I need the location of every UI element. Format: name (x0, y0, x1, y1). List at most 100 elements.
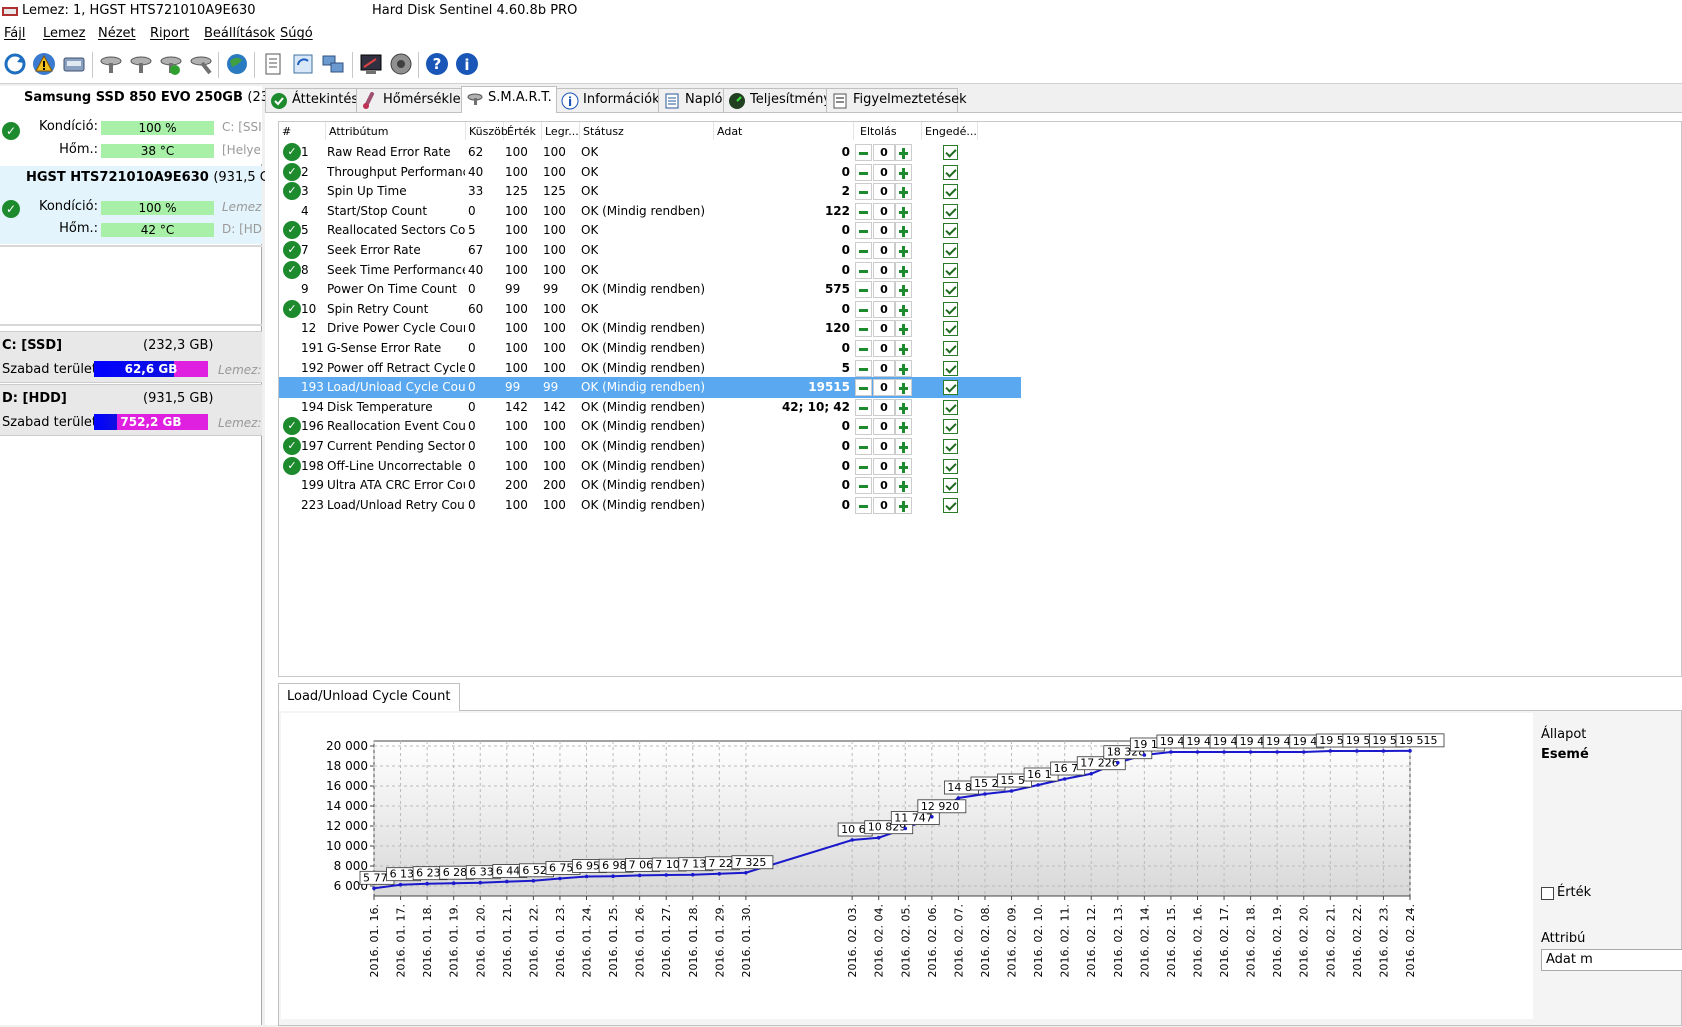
table-row[interactable]: 9 Power On Time Count 0 99 99 OK (Mindig rend… (279, 279, 1021, 300)
col-header-offset[interactable]: Eltolás (854, 122, 922, 140)
offset-increase-button[interactable] (895, 202, 912, 220)
volume-item-d[interactable]: D: [HDD] (931,5 GB) Szabad terület 752,2… (0, 384, 262, 436)
volume-item-c[interactable]: C: [SSD] (232,3 GB) Szabad terület 62,6 … (0, 331, 262, 383)
sound-icon[interactable] (388, 51, 414, 77)
enabled-checkbox[interactable] (943, 360, 958, 376)
offset-value[interactable]: 0 (873, 222, 895, 240)
enabled-checkbox[interactable] (943, 164, 958, 180)
offset-increase-button[interactable] (895, 261, 912, 279)
offset-value[interactable]: 0 (873, 202, 895, 220)
offset-increase-button[interactable] (895, 222, 912, 240)
offset-decrease-button[interactable] (855, 379, 872, 397)
enabled-checkbox[interactable] (943, 399, 958, 415)
offset-increase-button[interactable] (895, 242, 912, 259)
warning-icon[interactable] (31, 51, 57, 77)
enabled-checkbox[interactable] (943, 478, 958, 494)
offset-decrease-button[interactable] (855, 418, 872, 436)
enabled-checkbox[interactable] (943, 282, 958, 298)
col-header-attribute[interactable]: Attribútum (326, 122, 466, 140)
table-row[interactable]: ✓ 10 Spin Retry Count 60 100 100 OK 0 0 (279, 299, 1021, 320)
table-row[interactable]: 12 Drive Power Cycle Count 0 100 100 OK (Mind… (279, 318, 1021, 339)
table-row[interactable]: 4 Start/Stop Count 0 100 100 OK (Mindig rendb… (279, 201, 1021, 222)
enabled-checkbox[interactable] (943, 458, 958, 474)
network-icon[interactable] (320, 51, 346, 77)
col-header-id[interactable]: # (279, 122, 326, 140)
enabled-checkbox[interactable] (943, 419, 958, 435)
tab-log[interactable]: Napló (658, 88, 724, 112)
offset-decrease-button[interactable] (855, 183, 872, 201)
enabled-checkbox[interactable] (943, 223, 958, 239)
offset-value[interactable]: 0 (873, 183, 895, 201)
offset-decrease-button[interactable] (855, 144, 872, 161)
table-row[interactable]: 192Power off Retract Cycle C...0100100OK… (279, 358, 1021, 379)
offset-increase-button[interactable] (895, 418, 912, 436)
console-icon[interactable] (358, 51, 384, 77)
disk-test-icon-2[interactable] (128, 51, 154, 77)
disk-test-icon-4[interactable] (188, 51, 214, 77)
offset-increase-button[interactable] (895, 320, 912, 338)
menu-help[interactable]: Súgó (280, 22, 313, 46)
tab-smart[interactable]: S.M.A.R.T. (461, 86, 557, 113)
offset-decrease-button[interactable] (855, 163, 872, 181)
offset-increase-button[interactable] (895, 340, 912, 357)
offset-value[interactable]: 0 (873, 477, 895, 495)
offset-decrease-button[interactable] (855, 496, 872, 514)
menu-file[interactable]: Fájl (4, 22, 25, 46)
enabled-checkbox[interactable] (943, 301, 958, 317)
tab-performance[interactable]: Teljesítmény (723, 88, 831, 112)
table-row[interactable]: ✓ 2 Throughput Performance 40 100 100 OK 0 0 (279, 162, 1021, 183)
offset-increase-button[interactable] (895, 477, 912, 495)
tab-overview[interactable]: Áttekintés (265, 88, 358, 112)
table-row[interactable]: 194 Disk Temperature 0 142 142 OK (Mindig ren… (279, 397, 1021, 418)
table-row[interactable]: 199Ultra ATA CRC Error Count0200200OK (M… (279, 475, 1021, 496)
table-row[interactable]: ✓ 3 Spin Up Time 33 125 125 OK 2 0 (279, 181, 1021, 202)
table-row[interactable]: ✓198Off-Line Uncorrectable Se...0100100O… (279, 456, 1021, 477)
col-header-worst[interactable]: Legr... (542, 122, 580, 140)
offset-decrease-button[interactable] (855, 457, 872, 475)
disk-item-ssd[interactable]: Samsung SSD 850 EVO 250GB (232,9 ✓ Kondí… (0, 86, 290, 164)
enabled-checkbox[interactable] (943, 243, 958, 258)
offset-value[interactable]: 0 (873, 457, 895, 475)
disk-info-icon[interactable] (61, 51, 87, 77)
info-icon[interactable]: i (454, 51, 480, 77)
offset-value[interactable]: 0 (873, 340, 895, 357)
web-icon[interactable] (224, 51, 250, 77)
offset-increase-button[interactable] (895, 281, 912, 299)
enabled-checkbox[interactable] (943, 184, 958, 200)
menu-settings[interactable]: Beállítások (204, 22, 275, 46)
offset-decrease-button[interactable] (855, 202, 872, 220)
disk-test-icon-1[interactable] (98, 51, 124, 77)
enabled-checkbox[interactable] (943, 145, 958, 160)
offset-increase-button[interactable] (895, 438, 912, 455)
offset-value[interactable]: 0 (873, 496, 895, 514)
enabled-checkbox[interactable] (943, 380, 958, 396)
col-header-data[interactable]: Adat (714, 122, 854, 140)
offset-increase-button[interactable] (895, 359, 912, 377)
enabled-checkbox[interactable] (943, 439, 958, 454)
offset-value[interactable]: 0 (873, 418, 895, 436)
offset-value[interactable]: 0 (873, 163, 895, 181)
table-row[interactable]: ✓197Current Pending Sector C...0100100OK… (279, 436, 1021, 457)
menu-view[interactable]: Nézet (98, 22, 136, 46)
enabled-checkbox[interactable] (943, 341, 958, 356)
offset-decrease-button[interactable] (855, 242, 872, 259)
offset-value[interactable]: 0 (873, 300, 895, 318)
offset-decrease-button[interactable] (855, 320, 872, 338)
enabled-checkbox[interactable] (943, 203, 958, 219)
table-row[interactable]: ✓ 8 Seek Time Performance 40 100 100 OK 0 0 (279, 260, 1021, 281)
graph-tab[interactable]: Load/Unload Cycle Count (278, 683, 460, 711)
offset-value[interactable]: 0 (873, 379, 895, 397)
offset-value[interactable]: 0 (873, 320, 895, 338)
offset-value[interactable]: 0 (873, 261, 895, 279)
offset-increase-button[interactable] (895, 144, 912, 161)
table-row[interactable]: ✓ 7 Seek Error Rate 67 100 100 OK 0 0 (279, 240, 1021, 261)
table-row[interactable]: 223 Load/Unload Retry Count 0 100 100 OK (Min… (279, 495, 1021, 516)
offset-decrease-button[interactable] (855, 340, 872, 357)
offset-decrease-button[interactable] (855, 438, 872, 455)
offset-decrease-button[interactable] (855, 281, 872, 299)
enabled-checkbox[interactable] (943, 497, 958, 513)
offset-value[interactable]: 0 (873, 144, 895, 161)
offset-decrease-button[interactable] (855, 359, 872, 377)
offset-decrease-button[interactable] (855, 477, 872, 495)
offset-increase-button[interactable] (895, 379, 912, 397)
